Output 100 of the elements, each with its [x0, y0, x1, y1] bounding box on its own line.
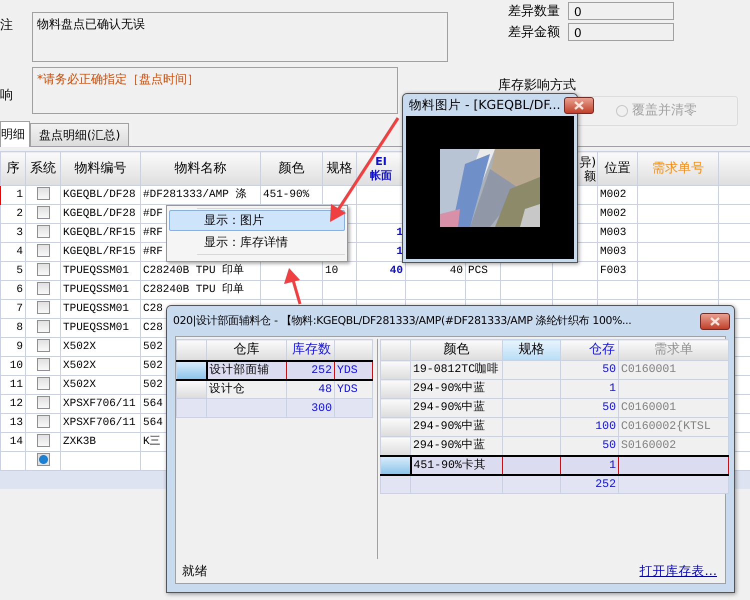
column-header[interactable]: 规格	[322, 152, 356, 186]
column-header[interactable]: 帐面	[370, 168, 392, 182]
checkbox[interactable]	[36, 453, 50, 466]
table-cell: 9	[16, 340, 23, 353]
column-header[interactable]: 异)	[579, 154, 596, 168]
status-text: 就绪	[182, 562, 208, 580]
table-cell: 502	[143, 360, 163, 372]
column-header[interactable]: 序	[0, 152, 26, 186]
column-header[interactable]: 物料编号	[60, 152, 140, 186]
open-link[interactable]: 打开库存表…	[640, 562, 717, 580]
column-header[interactable]: 仓存	[560, 340, 618, 360]
table-cell: S0160002	[621, 439, 676, 452]
checkbox[interactable]	[36, 244, 50, 258]
table-cell: M003	[600, 226, 626, 239]
checkbox[interactable]	[36, 187, 50, 200]
column-header[interactable]: 位置	[598, 152, 638, 186]
table-cell: 1	[609, 382, 616, 396]
table-cell: C0160001	[621, 363, 676, 376]
column-header[interactable]: 颜色	[410, 340, 502, 360]
column-header[interactable]: 物料名称	[140, 152, 260, 186]
column-header[interactable]: EI	[375, 154, 387, 168]
table-cell: 设计仓	[209, 382, 245, 396]
column-header[interactable]: 库存数	[286, 340, 334, 360]
table-cell: #DF	[143, 208, 163, 220]
table-cell: XPSXF706/11	[63, 398, 136, 410]
column-header[interactable]: 系统	[26, 152, 60, 186]
checkbox[interactable]	[36, 415, 50, 428]
table-cell: 294-90%中蓝	[413, 420, 486, 434]
table-cell: 451-90%	[263, 188, 310, 201]
checkbox[interactable]	[36, 263, 50, 276]
table-cell: 19-0812TC咖啡	[413, 363, 500, 376]
table-cell: 1	[396, 246, 403, 258]
table-cell: K三	[143, 436, 161, 448]
total-cell: 300	[311, 402, 332, 415]
table-cell: C28	[143, 322, 163, 334]
table-cell: TPUEQSSM01	[63, 302, 130, 315]
checkbox[interactable]	[36, 206, 50, 220]
remark-field[interactable]: 物料盘点已确认无误	[32, 12, 448, 62]
table-cell: 252	[311, 364, 332, 376]
checkbox[interactable]	[36, 339, 50, 352]
checkbox[interactable]	[36, 282, 50, 296]
arrow	[284, 268, 302, 304]
table-cell: 294-90%中蓝	[413, 439, 486, 452]
checkbox[interactable]	[36, 377, 50, 390]
checkbox[interactable]	[36, 225, 50, 238]
table-cell: 14	[10, 436, 23, 448]
table-cell: 294-90%中蓝	[413, 401, 486, 414]
table-cell: XPSXF706/11	[63, 416, 136, 429]
checkbox[interactable]	[36, 301, 50, 314]
table-cell: 40	[390, 264, 403, 277]
table-cell: 502	[143, 340, 163, 353]
column-header[interactable]: 规格	[502, 340, 560, 360]
tab[interactable]: 明细	[0, 121, 30, 147]
table-cell: #DF281333/AMP 涤	[143, 188, 246, 201]
table-cell: 8	[16, 322, 23, 334]
close-button[interactable]	[564, 96, 594, 114]
total-cell: 252	[595, 478, 616, 491]
table-cell: C0160001	[621, 401, 676, 414]
tab[interactable]: 盘点明细(汇总)	[30, 123, 130, 146]
table-cell: C28	[143, 302, 163, 315]
table-cell: 564	[143, 416, 163, 429]
table-cell: X502X	[63, 340, 96, 353]
table-cell: X502X	[63, 378, 96, 391]
note-field[interactable]: *请务必正确指定［盘点时间］	[32, 67, 398, 114]
table-cell: 设计部面辅	[210, 364, 270, 376]
table-cell: PCS	[468, 264, 488, 277]
value-field[interactable]: 0	[568, 23, 674, 41]
table-cell: 13	[10, 416, 23, 429]
table-cell: F003	[600, 264, 626, 277]
table-cell: KGEQBL/DF28	[63, 208, 136, 220]
checkbox[interactable]	[36, 320, 50, 334]
table-cell: C28240B TPU 印单	[143, 264, 244, 277]
table-cell: M002	[600, 208, 626, 220]
column-header[interactable]: 仓库	[206, 340, 286, 360]
checkbox[interactable]	[36, 358, 50, 372]
table-cell: 1	[16, 188, 23, 201]
table-cell: 2	[16, 208, 23, 220]
checkbox[interactable]	[36, 396, 50, 410]
table-cell: 50	[602, 439, 616, 452]
table-cell: X502X	[63, 360, 96, 372]
table-cell: KGEQBL/DF28	[63, 188, 136, 201]
menu-item[interactable]: 显示：图片	[169, 210, 345, 231]
column-header[interactable]: 额	[584, 168, 596, 182]
table-cell: #RF	[143, 226, 163, 239]
close-button[interactable]	[700, 312, 730, 330]
table-cell: M002	[600, 188, 626, 201]
menu-item[interactable]: 显示：库存详情	[169, 232, 345, 253]
row-header[interactable]	[176, 360, 206, 380]
window-title: 020|设计部面辅料仓 - 【物料:KGEQBL/DF281333/AMP(#DF281333/AMP 涤纶针织布 100%...	[173, 312, 632, 329]
table-cell: 1	[396, 226, 403, 239]
value-field[interactable]: 0	[568, 2, 674, 20]
table-cell: 5	[16, 264, 23, 277]
checkbox[interactable]	[36, 434, 50, 448]
table-cell: 7	[16, 302, 23, 315]
table-cell: 48	[318, 382, 332, 396]
table-cell: M003	[600, 246, 626, 258]
table-cell: TPUEQSSM01	[63, 284, 130, 296]
table-cell: TPUEQSSM01	[63, 322, 130, 334]
table-cell: KGEQBL/RF15	[63, 226, 136, 239]
row-header[interactable]	[380, 456, 410, 475]
